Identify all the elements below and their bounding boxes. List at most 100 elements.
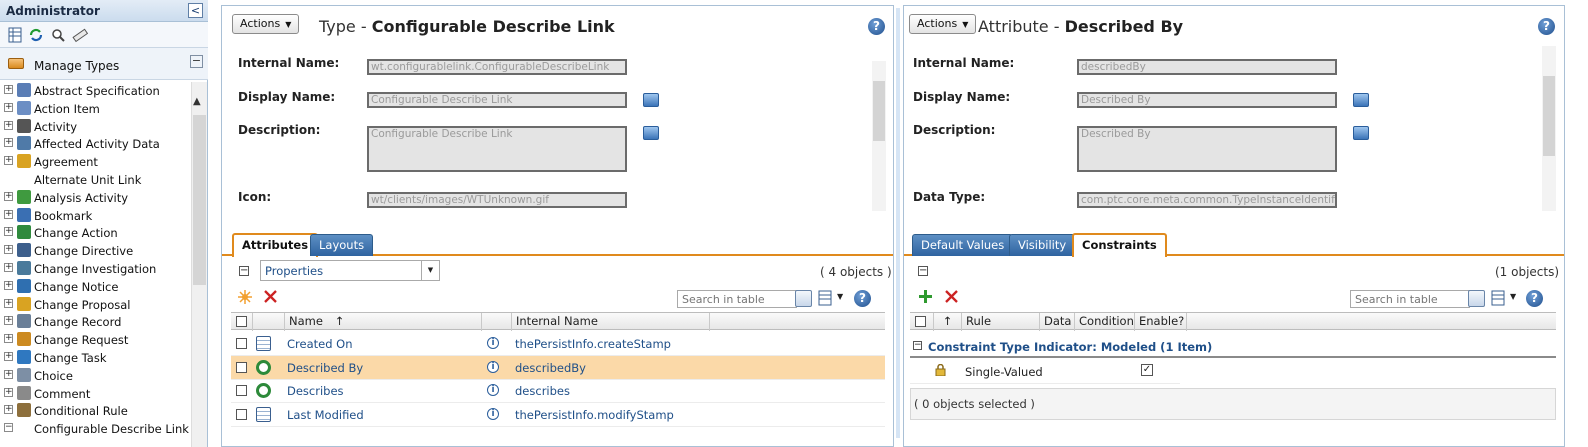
tab-default-values[interactable]: Default Values [912, 234, 1014, 256]
tree-scrollbar-thumb[interactable] [193, 115, 206, 285]
expand-icon[interactable]: + [4, 405, 13, 415]
name-column-header[interactable]: Name ↑ [284, 313, 481, 331]
localize-icon[interactable] [643, 126, 659, 140]
tree-item[interactable]: Alternate Unit Link [0, 171, 190, 188]
tree-item[interactable]: + Conditional Rule [0, 402, 190, 419]
select-all-checkbox[interactable] [236, 316, 247, 327]
view-options-icon[interactable] [818, 290, 832, 306]
view-select[interactable]: Properties ▼ [260, 260, 440, 281]
info-icon[interactable]: i [487, 337, 499, 349]
enabled-checkbox[interactable]: ✓ [1141, 364, 1153, 376]
expand-icon[interactable]: + [4, 138, 13, 148]
left-search-input[interactable] [677, 290, 797, 308]
expand-icon[interactable]: + [4, 263, 13, 272]
attr-display-name-field[interactable]: Described By [1077, 92, 1337, 108]
ruler-icon[interactable] [72, 27, 88, 43]
new-attribute-icon[interactable] [238, 290, 252, 304]
expand-icon[interactable]: + [4, 102, 13, 112]
display-name-field[interactable]: Configurable Describe Link [367, 92, 627, 108]
condition-column-header[interactable]: Condition [1074, 313, 1134, 331]
expand-icon[interactable]: + [4, 156, 13, 166]
expand-icon[interactable]: + [4, 352, 13, 361]
tree-item[interactable]: + Abstract Specification [0, 82, 190, 99]
info-icon[interactable]: i [487, 360, 499, 373]
minimize-section-button[interactable]: − [190, 55, 203, 68]
tab-layouts[interactable]: Layouts [310, 234, 374, 256]
attribute-name-link[interactable]: Created On [287, 337, 353, 351]
collapse-table-icon[interactable]: − [918, 266, 928, 276]
expand-icon[interactable]: + [4, 209, 13, 219]
tree-item[interactable]: + Change Action [0, 224, 190, 241]
row-checkbox[interactable] [236, 385, 247, 397]
expand-icon[interactable]: + [4, 334, 13, 344]
tree-item[interactable]: + Change Request [0, 331, 190, 348]
collapse-table-icon[interactable]: − [239, 266, 249, 276]
tab-visibility[interactable]: Visibility [1009, 234, 1076, 256]
expand-icon[interactable]: + [4, 227, 13, 237]
help-icon[interactable]: ? [868, 18, 885, 35]
refresh-icon[interactable] [28, 27, 44, 43]
localize-icon[interactable] [1353, 126, 1369, 140]
table-icon[interactable] [7, 27, 23, 43]
table-row[interactable]: Describes i describes [231, 379, 885, 404]
description-field[interactable]: Configurable Describe Link [367, 126, 627, 172]
localize-icon[interactable] [1353, 93, 1369, 107]
collapse-icon[interactable]: − [4, 423, 13, 433]
enable-column-header[interactable]: Enable? [1134, 313, 1186, 331]
chevron-down-icon[interactable]: ▼ [421, 261, 439, 280]
tree-item[interactable]: + Change Proposal [0, 296, 190, 313]
expand-icon[interactable]: + [4, 280, 13, 290]
expand-icon[interactable]: + [4, 85, 13, 94]
manage-types-section[interactable]: Manage Types − [0, 48, 208, 80]
chevron-down-icon[interactable]: ▼ [1510, 292, 1516, 301]
expand-icon[interactable]: + [4, 387, 13, 397]
help-icon[interactable]: ? [1538, 18, 1555, 35]
localize-icon[interactable] [643, 93, 659, 107]
icon-field[interactable]: wt/clients/images/WTUnknown.gif [367, 192, 627, 208]
tree-item[interactable]: + Bookmark [0, 207, 190, 224]
details-scrollbar[interactable] [872, 61, 886, 211]
left-actions-button[interactable]: Actions ▼ [232, 14, 300, 34]
table-row[interactable]: Last Modified i thePersistInfo.modifyStamp [231, 403, 885, 428]
view-options-icon[interactable] [1491, 290, 1505, 306]
search-icon[interactable] [795, 290, 812, 307]
tree-item[interactable]: + Change Task [0, 349, 190, 366]
internal-name-field[interactable]: wt.configurablelink.ConfigurableDescribe… [367, 59, 627, 75]
scroll-up-icon[interactable]: ▲ [193, 96, 201, 107]
details-scrollbar-thumb[interactable] [873, 81, 885, 141]
data-type-field[interactable]: com.ptc.core.meta.common.TypeInstanceIde… [1077, 192, 1337, 208]
tree-item[interactable]: + Action Item [0, 100, 190, 117]
attr-details-scrollbar[interactable] [1542, 46, 1556, 211]
table-help-icon[interactable]: ? [1526, 290, 1543, 307]
expand-icon[interactable]: + [4, 316, 13, 326]
expand-icon[interactable]: + [4, 245, 13, 255]
tab-attributes[interactable]: Attributes [232, 233, 319, 257]
attribute-name-link[interactable]: Last Modified [287, 408, 364, 422]
tree-item[interactable]: + Choice [0, 367, 190, 384]
table-row[interactable]: Described By i describedBy [231, 355, 885, 380]
expand-icon[interactable]: + [4, 191, 13, 201]
lock-column-header[interactable]: ↑ [933, 313, 961, 331]
tree-item[interactable]: + Comment [0, 385, 190, 402]
table-help-icon[interactable]: ? [854, 290, 871, 307]
constraint-group-row[interactable]: − Constraint Type Indicator: Modeled (1 … [910, 338, 1556, 358]
right-search-input[interactable] [1350, 290, 1470, 308]
delete-icon[interactable] [945, 290, 958, 303]
panel-divider[interactable] [896, 8, 900, 438]
add-icon[interactable] [919, 290, 932, 303]
tree-item[interactable]: + Change Investigation [0, 260, 190, 277]
info-icon[interactable]: i [487, 408, 499, 421]
tree-item[interactable]: + Change Directive [0, 242, 190, 259]
internal-name-column-header[interactable]: Internal Name [511, 313, 709, 331]
tree-item[interactable]: + Activity [0, 118, 190, 135]
tree-item[interactable]: + Affected Activity Data [0, 135, 190, 152]
constraint-row[interactable]: Single-Valued ✓ [910, 360, 1180, 384]
tree-item[interactable]: + Agreement [0, 153, 190, 170]
tab-constraints[interactable]: Constraints [1072, 233, 1167, 257]
attr-description-field[interactable]: Described By [1077, 126, 1337, 172]
search-tool-icon[interactable] [50, 27, 66, 43]
collapse-group-icon[interactable]: − [913, 341, 922, 350]
right-actions-button[interactable]: Actions ▼ [909, 14, 977, 34]
tree-item[interactable]: + Analysis Activity [0, 189, 190, 206]
table-row[interactable]: Created On i thePersistInfo.createStamp [231, 332, 885, 356]
